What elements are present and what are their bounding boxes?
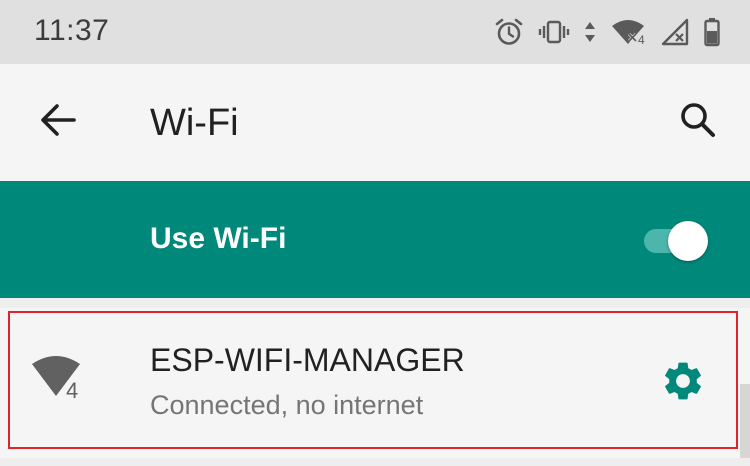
network-name: ESP-WIFI-MANAGER bbox=[150, 342, 465, 378]
gear-icon bbox=[660, 358, 706, 409]
signal-badge: 4 bbox=[66, 378, 78, 403]
alarm-icon bbox=[494, 17, 524, 47]
svg-text:4: 4 bbox=[638, 33, 645, 47]
page-title: Wi-Fi bbox=[150, 102, 239, 144]
network-list-item[interactable]: 4 ESP-WIFI-MANAGER Connected, no interne… bbox=[0, 308, 750, 458]
wifi-settings-screen: 11:37 4 Wi-Fi Use Wi-Fi 4 ESP-WIFI-MANAG… bbox=[0, 0, 750, 466]
wifi-no-internet-icon: 4 bbox=[610, 17, 646, 47]
search-button[interactable] bbox=[670, 94, 726, 150]
status-icons: 4 bbox=[494, 14, 720, 50]
use-wifi-master-switch-bar[interactable]: Use Wi-Fi bbox=[0, 181, 750, 298]
list-divider bbox=[0, 298, 750, 308]
status-bar: 11:37 4 bbox=[0, 0, 750, 64]
wifi-signal-4-icon: 4 bbox=[30, 352, 90, 408]
scrollbar[interactable] bbox=[740, 384, 750, 466]
use-wifi-toggle[interactable] bbox=[642, 221, 712, 261]
network-status: Connected, no internet bbox=[150, 390, 424, 420]
back-button[interactable] bbox=[30, 94, 86, 150]
cell-signal-off-icon bbox=[660, 17, 690, 47]
arrow-back-icon bbox=[38, 100, 78, 145]
battery-icon bbox=[704, 17, 720, 47]
use-wifi-label: Use Wi-Fi bbox=[150, 222, 287, 255]
vibrate-icon bbox=[538, 17, 570, 47]
status-time: 11:37 bbox=[34, 14, 110, 47]
search-icon bbox=[678, 100, 718, 145]
app-bar: Wi-Fi bbox=[0, 64, 750, 181]
toggle-thumb bbox=[668, 221, 708, 261]
list-divider-bottom bbox=[0, 458, 750, 466]
data-arrows-icon bbox=[584, 17, 596, 47]
highlight-box bbox=[8, 311, 738, 449]
network-settings-button[interactable] bbox=[656, 356, 710, 410]
